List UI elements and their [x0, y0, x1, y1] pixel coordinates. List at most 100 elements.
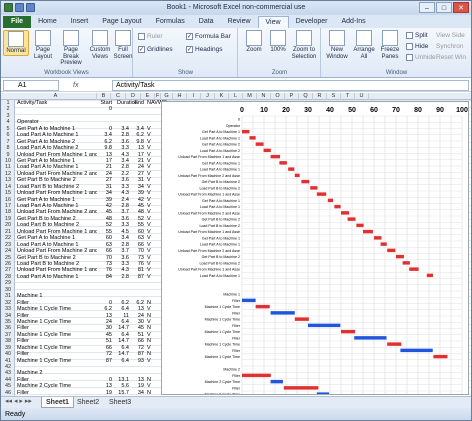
column-header[interactable]: D: [126, 93, 141, 100]
category-label: Get Part A to Machine 1: [202, 236, 240, 240]
maximize-button[interactable]: □: [436, 2, 452, 13]
sheet-nav-arrows-icon[interactable]: ◂◂ ◂ ▸ ▸▸: [5, 397, 32, 405]
column-header[interactable]: M: [243, 93, 257, 100]
close-button[interactable]: ✕: [453, 2, 469, 13]
gantt-bar: [426, 273, 433, 278]
category-label: Get Part A to Machine 1: [202, 161, 240, 165]
worksheet[interactable]: ABCDEFGHIJKLMNOPQRSTU 1 Activity/Task Star…: [1, 93, 471, 396]
column-header[interactable]: I: [187, 93, 201, 100]
column-header[interactable]: B: [97, 93, 111, 100]
page-layout-view-button[interactable]: Page Layout: [30, 30, 56, 60]
split-button[interactable]: Split: [406, 32, 428, 39]
category-label: Get Part B to Machine 2: [202, 255, 240, 259]
column-header[interactable]: R: [313, 93, 327, 100]
column-header[interactable]: N: [257, 93, 271, 100]
x-tick-label: 70: [392, 107, 400, 114]
full-screen-button[interactable]: Full Screen: [113, 30, 133, 60]
ribbon: Normal Page Layout Page Break Preview Cu…: [1, 28, 471, 78]
category-label: Load Part A to Machine 1: [200, 168, 240, 172]
full-screen-icon: [115, 30, 131, 46]
tab-formulas[interactable]: Formulas: [149, 16, 192, 28]
gantt-bar: [249, 136, 256, 140]
synchronous-scrolling-button[interactable]: Synchron: [436, 43, 463, 50]
zoom-100-icon: [270, 30, 286, 46]
category-label: Unload Part From Machine 2 and Asse: [178, 211, 240, 215]
gantt-bar: [402, 261, 410, 265]
gantt-bar: [242, 373, 271, 378]
tab-review[interactable]: Review: [221, 16, 258, 28]
fx-icon[interactable]: fx: [73, 80, 113, 91]
category-label: Unload Part From Machine 2 and Asse: [178, 249, 240, 253]
category-label: Machine 1 Cycle Time: [205, 343, 240, 347]
gantt-chart[interactable]: 0 Operator Get Part A to Machine 1 Load Par…: [161, 101, 469, 396]
category-label: Get Part B to Machine 2: [202, 218, 240, 222]
tab-file[interactable]: File: [3, 16, 32, 28]
new-window-icon: [329, 30, 345, 46]
headings-checkbox[interactable]: ✓ Headings: [186, 46, 222, 53]
column-header[interactable]: H: [173, 93, 187, 100]
gantt-bar: [433, 354, 448, 359]
x-tick-label: 100: [456, 107, 468, 114]
name-box[interactable]: A1: [3, 80, 59, 91]
formula-bar-checkbox[interactable]: ✓ Formula Bar: [186, 33, 231, 40]
sheet-tab-1[interactable]: Sheet1: [41, 397, 74, 408]
category-label: Filler: [232, 324, 241, 328]
zoom-to-selection-button[interactable]: Zoom to Selection: [289, 30, 319, 60]
arrange-all-button[interactable]: Arrange All: [351, 30, 377, 60]
x-tick-label: 80: [414, 107, 422, 114]
column-header[interactable]: Q: [299, 93, 313, 100]
column-header[interactable]: A: [15, 93, 97, 100]
tab-home[interactable]: Home: [31, 16, 64, 28]
formula-input[interactable]: Activity/Task: [112, 80, 469, 91]
category-label: Filler: [232, 311, 241, 315]
column-header[interactable]: K: [215, 93, 229, 100]
gantt-bar: [242, 298, 256, 303]
status-bar: Ready: [1, 408, 471, 420]
tab-add-ins[interactable]: Add-Ins: [334, 16, 372, 28]
normal-view-button[interactable]: Normal: [3, 30, 29, 56]
column-header[interactable]: L: [229, 93, 243, 100]
hide-button[interactable]: Hide: [406, 43, 428, 50]
tab-data[interactable]: Data: [192, 16, 221, 28]
column-header[interactable]: O: [271, 93, 285, 100]
tab-view[interactable]: View: [257, 16, 289, 28]
freeze-panes-button[interactable]: Freeze Panes: [377, 30, 403, 60]
column-header[interactable]: E: [141, 93, 155, 100]
column-header[interactable]: S: [327, 93, 341, 100]
gantt-bar: [380, 242, 387, 246]
gantt-bar: [255, 304, 270, 309]
ribbon-tabs: File Home Insert Page Layout Formulas Da…: [1, 15, 471, 28]
custom-views-button[interactable]: Custom Views: [87, 30, 113, 60]
column-header[interactable]: C: [111, 93, 126, 100]
sheet-tab-3[interactable]: Sheet3: [105, 397, 135, 408]
group-label: Zoom: [271, 70, 288, 76]
page-break-preview-button[interactable]: Page Break Preview: [56, 30, 86, 67]
column-header[interactable]: T: [341, 93, 355, 100]
column-header[interactable]: G: [161, 93, 173, 100]
minimize-button[interactable]: –: [419, 2, 435, 13]
unhide-button[interactable]: Unhide: [406, 54, 436, 61]
gantt-bar: [242, 129, 250, 134]
zoom-button[interactable]: Zoom: [241, 30, 267, 54]
sheet-tab-2[interactable]: Sheet2: [73, 397, 103, 408]
category-label: Machine 1: [223, 293, 240, 297]
column-header[interactable]: U: [355, 93, 369, 100]
tab-insert[interactable]: Insert: [64, 16, 96, 28]
column-header[interactable]: P: [285, 93, 299, 100]
magnifier-icon: [246, 30, 262, 46]
reset-window-position-button[interactable]: Reset Win: [436, 54, 466, 61]
ruler-checkbox[interactable]: Ruler: [138, 33, 163, 40]
category-label: Unload Part From Machine 1 and Asse: [178, 155, 240, 159]
tab-page-layout[interactable]: Page Layout: [95, 16, 148, 28]
column-header[interactable]: J: [201, 93, 215, 100]
view-side-by-side-button[interactable]: View Side: [436, 32, 465, 39]
category-label: Load Part A to Machine 1: [200, 243, 240, 247]
gantt-chart-svg: 0 Operator Get Part A to Machine 1 Load Par…: [178, 107, 468, 396]
tab-developer[interactable]: Developer: [289, 16, 335, 28]
zoom-100-button[interactable]: 100%: [265, 30, 291, 54]
category-label: Filler: [232, 374, 241, 378]
category-label: Machine 2 Cycle Time: [205, 393, 240, 394]
new-window-button[interactable]: New Window: [324, 30, 350, 60]
gridlines-checkbox[interactable]: ✓ Gridlines: [138, 46, 173, 53]
page-break-icon: [63, 30, 79, 46]
